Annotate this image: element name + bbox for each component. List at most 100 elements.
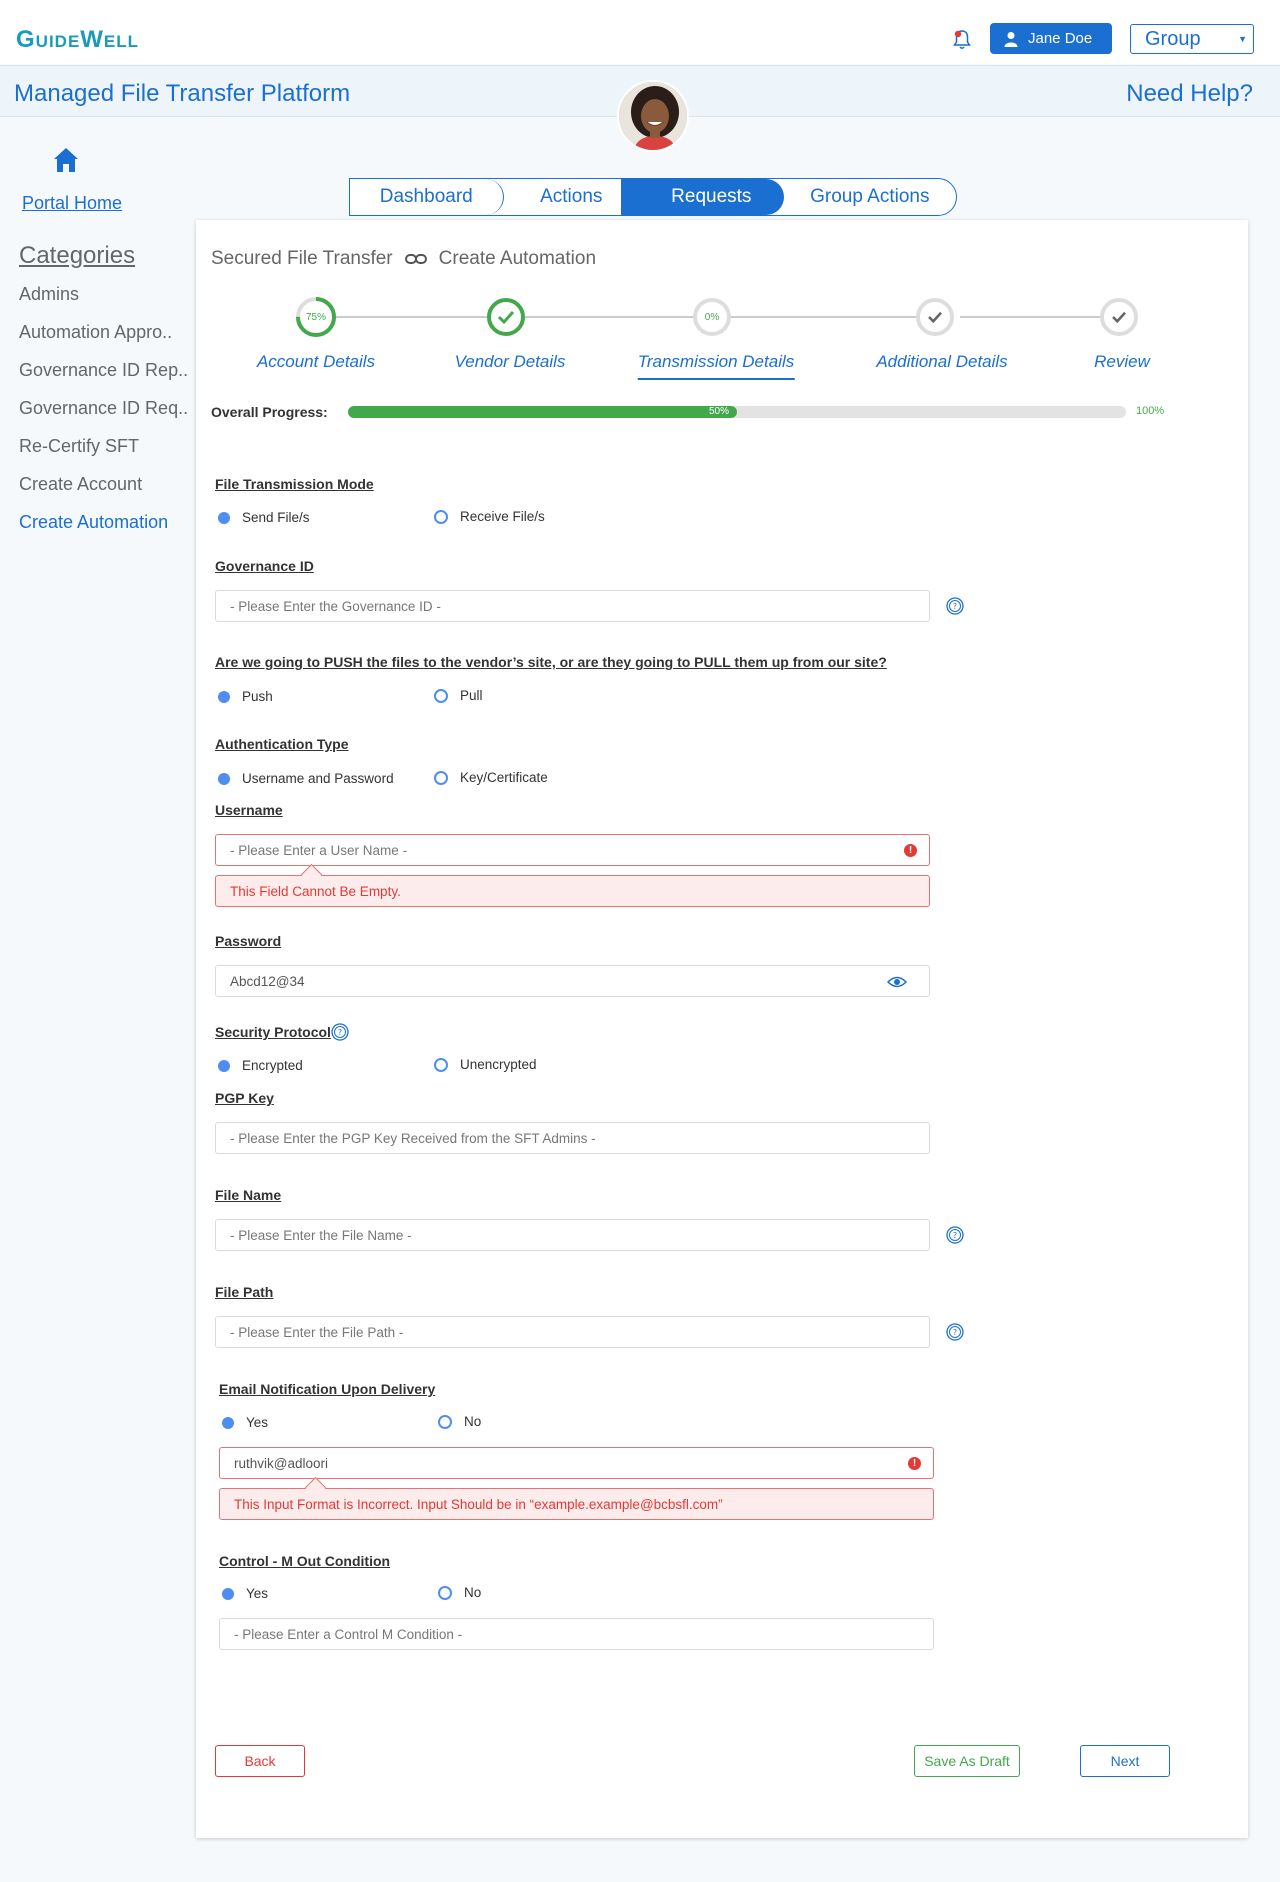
error-icon: ! — [904, 844, 917, 857]
help-icon[interactable]: ? — [331, 1023, 349, 1041]
radio-key-certificate[interactable]: Key/Certificate — [434, 770, 548, 785]
back-button[interactable]: Back — [215, 1745, 305, 1777]
file-name-input[interactable]: - Please Enter the File Name - — [215, 1219, 930, 1251]
category-recertify-sft[interactable]: Re-Certify SFT — [19, 436, 189, 474]
breadcrumb: Secured File Transfer Create Automation — [211, 248, 596, 270]
governance-id-label: Governance ID — [215, 558, 314, 574]
radio-label: Push — [242, 689, 273, 704]
radio-label: No — [464, 1414, 482, 1429]
home-icon[interactable] — [52, 146, 80, 174]
breadcrumb-parent[interactable]: Secured File Transfer — [211, 248, 393, 270]
category-create-account[interactable]: Create Account — [19, 474, 189, 512]
radio-label: Yes — [246, 1415, 269, 1430]
governance-id-input[interactable]: - Please Enter the Governance ID - — [215, 590, 930, 622]
step-review[interactable]: Review — [1094, 352, 1150, 372]
user-avatar[interactable] — [617, 80, 689, 152]
radio-unselected-icon — [434, 1057, 448, 1072]
help-icon[interactable]: ? — [946, 1323, 964, 1341]
help-icon[interactable]: ? — [946, 1226, 964, 1244]
radio-label: Receive File/s — [460, 509, 545, 524]
transmission-mode-label: File Transmission Mode — [215, 476, 374, 492]
radio-receive-files[interactable]: Receive File/s — [434, 509, 545, 524]
tab-requests[interactable]: Requests — [621, 179, 784, 215]
tab-dashboard[interactable]: Dashboard — [350, 179, 504, 215]
user-name: Jane Doe — [1028, 30, 1093, 47]
step-transmission-details-percent: 0% — [704, 311, 720, 323]
categories-heading: Categories — [19, 242, 136, 269]
radio-unselected-icon — [434, 688, 448, 703]
radio-pull[interactable]: Pull — [434, 688, 483, 703]
group-select-value: Group — [1145, 27, 1201, 50]
category-admins[interactable]: Admins — [19, 284, 189, 322]
password-value: Abcd12@34 — [230, 973, 305, 989]
portal-home-link[interactable]: Portal Home — [22, 193, 122, 214]
svg-text:?: ? — [953, 1328, 957, 1337]
radio-selected-icon — [218, 772, 230, 785]
radio-selected-icon — [218, 1059, 230, 1072]
radio-encrypted[interactable]: Encrypted — [218, 1058, 303, 1073]
guidewell-logo[interactable]: GuideWell — [16, 26, 139, 54]
category-automation-approvals[interactable]: Automation Appro.. — [19, 322, 189, 360]
step-account-details[interactable]: Account Details — [257, 352, 375, 372]
next-button[interactable]: Next — [1080, 1745, 1170, 1777]
username-input[interactable]: - Please Enter a User Name - ! — [215, 834, 930, 866]
save-as-draft-button[interactable]: Save As Draft — [914, 1745, 1020, 1777]
step-vendor-details-indicator — [487, 298, 525, 336]
file-path-input[interactable]: - Please Enter the File Path - — [215, 1316, 930, 1348]
username-placeholder: - Please Enter a User Name - — [230, 842, 408, 858]
radio-username-password[interactable]: Username and Password — [218, 771, 394, 786]
help-icon[interactable]: ? — [946, 597, 964, 615]
step-account-details-percent: 75% — [305, 311, 326, 323]
form-card: Secured File Transfer Create Automation … — [196, 220, 1248, 1838]
category-governance-id-requests[interactable]: Governance ID Req.. — [19, 398, 189, 436]
radio-push[interactable]: Push — [218, 689, 273, 704]
radio-unselected-icon — [434, 770, 448, 785]
notification-bell-icon[interactable] — [950, 28, 974, 52]
radio-label: Send File/s — [242, 510, 310, 525]
category-governance-id-reports[interactable]: Governance ID Rep.. — [19, 360, 189, 398]
group-select[interactable]: Group ▼ — [1130, 24, 1254, 54]
step-transmission-details[interactable]: Transmission Details — [637, 352, 795, 380]
overall-progress-fill: 50% — [348, 406, 737, 418]
password-input[interactable]: Abcd12@34 — [215, 965, 930, 997]
radio-unencrypted[interactable]: Unencrypted — [434, 1057, 537, 1072]
radio-control-m-yes[interactable]: Yes — [222, 1586, 268, 1601]
checkmark-icon — [497, 310, 515, 324]
main-nav-tabs: Dashboard Actions Requests Group Actions — [349, 178, 957, 216]
tab-actions[interactable]: Actions — [504, 179, 640, 215]
pgp-key-input[interactable]: - Please Enter the PGP Key Received from… — [215, 1122, 930, 1154]
step-review-indicator — [1100, 298, 1138, 336]
radio-label: Key/Certificate — [460, 770, 548, 785]
control-m-condition-input[interactable]: - Please Enter a Control M Condition - — [219, 1618, 934, 1650]
file-path-label: File Path — [215, 1284, 274, 1300]
radio-email-no[interactable]: No — [438, 1414, 481, 1429]
step-additional-details-indicator — [916, 298, 954, 336]
security-protocol-label: Security Protocol — [215, 1024, 331, 1040]
push-pull-label: Are we going to PUSH the files to the ve… — [215, 654, 887, 670]
password-label: Password — [215, 933, 282, 949]
category-create-automation[interactable]: Create Automation — [19, 512, 189, 550]
overall-progress-value: 50% — [708, 406, 729, 417]
username-error-message: This Field Cannot Be Empty. — [215, 875, 930, 907]
radio-email-yes[interactable]: Yes — [222, 1415, 268, 1430]
control-m-label: Control - M Out Condition — [219, 1553, 391, 1569]
username-label: Username — [215, 802, 283, 818]
step-vendor-details[interactable]: Vendor Details — [455, 352, 566, 372]
tab-group-actions[interactable]: Group Actions — [784, 179, 956, 215]
email-input[interactable]: ruthvik@adloori ! — [219, 1447, 934, 1479]
radio-send-files[interactable]: Send File/s — [218, 510, 310, 525]
top-bar: GuideWell Jane Doe Group ▼ — [0, 0, 1280, 64]
overall-progress-label: Overall Progress: — [211, 404, 328, 420]
dropdown-caret-icon: ▼ — [1238, 34, 1247, 44]
category-list: Admins Automation Appro.. Governance ID … — [19, 284, 189, 550]
radio-unselected-icon — [438, 1585, 452, 1600]
step-transmission-details-indicator: 0% — [693, 298, 731, 336]
eye-icon[interactable] — [887, 976, 907, 988]
need-help-link[interactable]: Need Help? — [1126, 80, 1253, 108]
step-additional-details[interactable]: Additional Details — [876, 352, 1007, 372]
radio-unselected-icon — [438, 1414, 452, 1429]
user-menu-button[interactable]: Jane Doe — [990, 23, 1112, 54]
radio-label: Pull — [460, 688, 483, 703]
step-account-details-indicator: 75% — [296, 297, 336, 337]
radio-control-m-no[interactable]: No — [438, 1585, 481, 1600]
